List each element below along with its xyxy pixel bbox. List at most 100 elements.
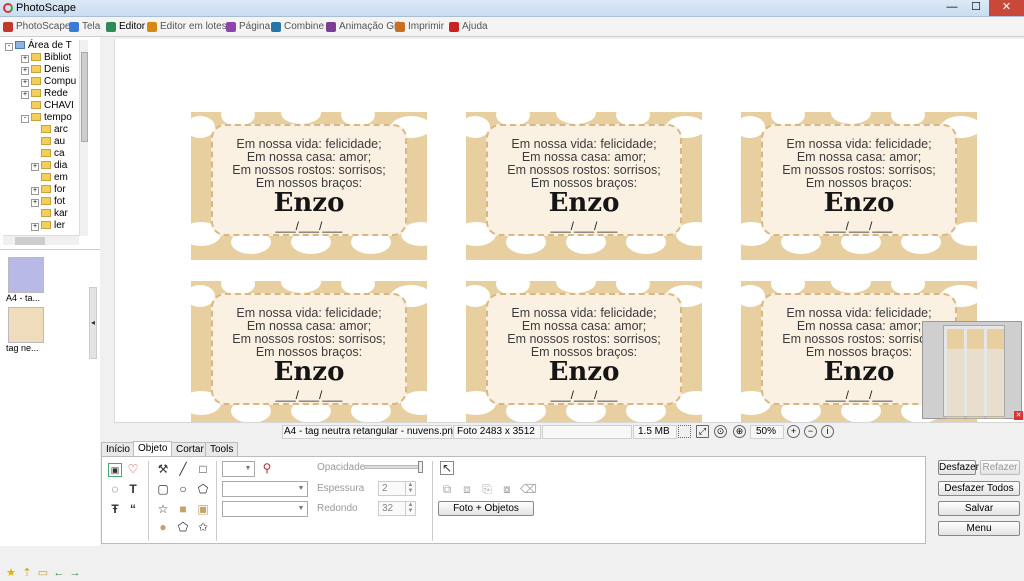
tree-root[interactable]: - Área de T <box>5 40 72 52</box>
opacity-slider[interactable] <box>364 461 423 473</box>
expand-icon[interactable] <box>21 100 29 108</box>
wand-icon[interactable]: ⚒ <box>156 463 170 477</box>
expand-icon[interactable] <box>31 172 39 180</box>
tab-screen[interactable]: Tela <box>68 19 100 36</box>
tab-page[interactable]: Página <box>225 19 270 36</box>
save-button[interactable]: Salvar <box>938 501 1020 516</box>
folder-tree[interactable]: - Área de T + Bibliot + Denis + Compu + Rede CHAVI… <box>3 39 87 239</box>
rectangle-icon[interactable]: □ <box>196 463 210 477</box>
tab-help[interactable]: Ajuda <box>448 19 488 36</box>
group-object-icon[interactable]: ⧇ <box>500 483 514 497</box>
forward-arrow-icon[interactable]: → <box>69 567 81 579</box>
editor-tab[interactable]: Tools <box>205 442 239 457</box>
color-dropdown[interactable]: ▼ <box>222 461 255 477</box>
pentagon-icon[interactable]: ⬠ <box>196 483 210 497</box>
speech-balloon-icon[interactable]: ◌ <box>108 483 122 497</box>
text-icon[interactable]: T <box>126 483 140 497</box>
file-label[interactable]: tag ne... <box>6 343 39 353</box>
zoom-in-icon[interactable]: + <box>787 425 800 438</box>
tree-item[interactable]: + ler <box>31 220 65 232</box>
bring-front-icon[interactable]: ⧉ <box>440 483 454 497</box>
tab-gif[interactable]: Animação Gif <box>325 19 399 36</box>
tree-item[interactable]: + fot <box>31 196 65 208</box>
close-button[interactable]: ✕ <box>989 0 1024 16</box>
photo-object-icon[interactable]: ▣ <box>108 463 122 477</box>
zoom-fit-icon[interactable]: ⊙ <box>714 425 727 438</box>
tree-item[interactable]: ca <box>31 148 65 160</box>
editor-tab[interactable]: Cortar <box>171 442 209 457</box>
tree-item[interactable]: - tempo <box>21 112 72 124</box>
tree-horizontal-scrollbar[interactable] <box>3 235 79 245</box>
expand-icon[interactable]: + <box>31 187 39 195</box>
zoom-100-icon[interactable]: ⊕ <box>733 425 746 438</box>
info-icon[interactable]: i <box>821 425 834 438</box>
tree-item[interactable]: + for <box>31 184 66 196</box>
tree-item[interactable]: + Bibliot <box>21 52 71 64</box>
tree-item[interactable]: CHAVI <box>21 100 74 112</box>
quote-icon[interactable]: “ <box>126 503 140 517</box>
circle-icon[interactable]: ○ <box>176 483 190 497</box>
expand-icon[interactable]: + <box>31 199 39 207</box>
tree-vertical-scrollbar[interactable] <box>79 40 88 236</box>
zoom-out-icon[interactable]: − <box>804 425 817 438</box>
tree-item[interactable]: + dia <box>31 160 67 172</box>
filled-star-icon[interactable]: ✩ <box>196 521 210 535</box>
tab-photoscape[interactable]: PhotoScape <box>2 19 71 36</box>
navigator-close-icon[interactable]: ✕ <box>1014 411 1023 420</box>
editor-tab[interactable]: Início <box>101 442 135 457</box>
actual-size-icon[interactable]: ⤢ <box>696 425 709 438</box>
expand-icon[interactable] <box>31 124 39 132</box>
tab-editor[interactable]: Editor <box>105 19 145 36</box>
tree-item[interactable]: + Denis <box>21 64 70 76</box>
fit-screen-icon[interactable] <box>678 425 691 438</box>
menu-button[interactable]: Menu <box>938 521 1020 536</box>
tree-item[interactable]: arc <box>31 124 68 136</box>
redo-button[interactable]: Refazer <box>980 460 1020 475</box>
tab-batch[interactable]: Editor em lotes <box>146 19 227 36</box>
undo-all-button[interactable]: Desfazer Todos <box>938 481 1020 496</box>
tree-item[interactable]: + Rede <box>21 88 68 100</box>
undo-button[interactable]: Desfazer <box>938 460 979 475</box>
file-label[interactable]: A4 - ta... <box>6 293 40 303</box>
expand-icon[interactable]: + <box>31 163 39 171</box>
send-back-icon[interactable]: ⧈ <box>460 483 474 497</box>
thickness-spinner[interactable]: 2 ▲ ▼ <box>378 481 416 496</box>
folder-up-icon[interactable]: ⇡ <box>21 567 33 579</box>
eyedropper-icon[interactable]: ⚲ <box>260 462 274 476</box>
file-thumbnail[interactable] <box>8 307 44 343</box>
tab-combine[interactable]: Combine <box>270 19 324 36</box>
photo-objects-button[interactable]: Foto + Objetos <box>438 501 534 516</box>
select-pointer-icon[interactable]: ↖ <box>440 461 454 475</box>
line-style-dropdown[interactable]: ▼ <box>222 481 308 497</box>
filled-pentagon-icon[interactable]: ⬠ <box>176 521 190 535</box>
expand-icon[interactable] <box>31 208 39 216</box>
expand-icon[interactable]: + <box>21 55 29 63</box>
filled-rect-icon[interactable]: ■ <box>176 503 190 517</box>
expand-icon[interactable] <box>31 148 39 156</box>
filled-circle-icon[interactable]: ● <box>156 521 170 535</box>
minimize-button[interactable]: — <box>941 0 963 16</box>
rounded-rect-icon[interactable]: ▢ <box>156 483 170 497</box>
tree-item[interactable]: au <box>31 136 65 148</box>
tree-item[interactable]: em <box>31 172 68 184</box>
file-thumbnail[interactable] <box>8 257 44 293</box>
favorite-star-icon[interactable]: ★ <box>5 567 17 579</box>
expand-icon[interactable]: - <box>21 115 29 123</box>
expand-icon[interactable] <box>31 136 39 144</box>
delete-object-icon[interactable]: ⌫ <box>520 483 537 497</box>
expand-icon[interactable]: + <box>31 223 39 231</box>
expand-icon[interactable]: + <box>21 91 29 99</box>
text-box-icon[interactable]: Ŧ <box>108 503 122 517</box>
tree-item[interactable]: kar <box>31 208 68 220</box>
copy-object-icon[interactable]: ⎘ <box>480 483 494 497</box>
filled-rounded-rect-icon[interactable]: ▣ <box>196 503 210 517</box>
panel-collapse-handle[interactable]: ◂ <box>89 287 97 359</box>
stamp-heart-icon[interactable]: ♡ <box>126 463 140 477</box>
open-folder-icon[interactable]: ▭ <box>37 567 49 579</box>
expand-icon[interactable]: + <box>21 67 29 75</box>
line-icon[interactable]: ╱ <box>176 463 190 477</box>
rounded-spinner[interactable]: 32 ▲ ▼ <box>378 501 416 516</box>
navigator-thumbnail[interactable] <box>922 321 1022 419</box>
star-outline-icon[interactable]: ☆ <box>156 503 170 517</box>
editor-tab[interactable]: Objeto <box>133 441 173 457</box>
